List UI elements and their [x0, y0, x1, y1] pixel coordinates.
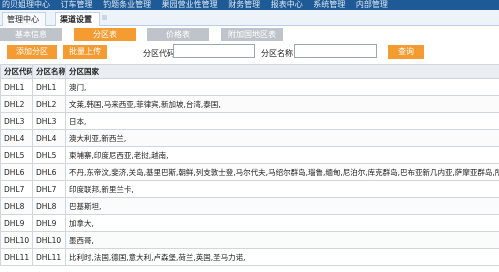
zone-countries-cell: 印度联邦,新里兰卡,: [65, 180, 499, 198]
add-zone-button[interactable]: 添加分区: [7, 45, 57, 59]
zone-code-cell: DHL11: [0, 248, 33, 266]
column-header-zone-code[interactable]: 分区代码: [0, 64, 33, 79]
column-header-zone-countries[interactable]: 分区国家: [65, 64, 499, 79]
table-row[interactable]: DHL4 DHL4 澳大利亚,新西兰,: [0, 129, 499, 147]
zone-code-cell: DHL8: [0, 197, 33, 215]
zone-countries-cell: 比利时,法国,德国,意大利,卢森堡,荷兰,英国,圣马力诺,: [65, 248, 499, 266]
zone-countries-cell: 文莱,韩国,马来西亚,菲律宾,新加坡,台湾,泰国,: [65, 95, 499, 113]
zone-code-input[interactable]: [173, 44, 255, 58]
table-row[interactable]: DHL11 DHL11 比利时,法国,德国,意大利,卢森堡,荷兰,英国,圣马力诺,: [0, 248, 499, 266]
zone-countries-cell: 澳门,: [65, 78, 499, 96]
zone-countries-cell: 巴基斯坦,: [65, 197, 499, 215]
table-row[interactable]: DHL6 DHL6 不丹,东帝汶,斐济,关岛,基里巴斯,朝鲜,列支敦士登,马尔代夫,…: [0, 163, 499, 181]
tab-surcharge-region-table[interactable]: 附加国地区表: [221, 28, 283, 41]
close-icon[interactable]: [102, 15, 107, 20]
zone-code-cell: DHL4: [0, 129, 33, 147]
zone-name-label: 分区名称:: [261, 49, 296, 58]
table-row[interactable]: DHL7 DHL7 印度联邦,新里兰卡,: [0, 180, 499, 198]
zone-name-cell: DHL11: [32, 248, 66, 266]
zone-name-cell: DHL5: [32, 146, 66, 164]
top-nav-item[interactable]: 的贝姐理中心: [0, 1, 54, 9]
top-navigation-bar: 的贝姐理中心 订车管理 钓题条业管理 果园营业性管理 财务管理 报表中心 系统管…: [0, 0, 499, 10]
sub-tab-bar: 基本信息 分区表 价格表 附加国地区表: [0, 26, 499, 42]
zone-name-cell: DHL4: [32, 129, 66, 147]
top-nav-item[interactable]: 报表中心: [267, 1, 307, 9]
page-tab-bar: 管理中心 渠道设置: [0, 10, 499, 26]
column-header-zone-name[interactable]: 分区名称: [32, 64, 66, 79]
zone-countries-cell: 加拿大,: [65, 214, 499, 232]
table-row[interactable]: DHL1 DHL1 澳门,: [0, 78, 499, 96]
top-nav-item[interactable]: 钓题条业管理: [99, 1, 155, 9]
zone-name-cell: DHL6: [32, 163, 66, 181]
table-row[interactable]: DHL9 DHL9 加拿大,: [0, 214, 499, 232]
zone-name-cell: DHL1: [32, 78, 66, 96]
zone-code-cell: DHL5: [0, 146, 33, 164]
tab-basic-info[interactable]: 基本信息: [0, 28, 62, 41]
zone-countries-cell: 不丹,东帝汶,斐济,关岛,基里巴斯,朝鲜,列支敦士登,马尔代夫,马绍尔群岛,瑙鲁…: [65, 163, 499, 181]
zone-countries-cell: 日本,: [65, 112, 499, 130]
zone-countries-cell: 澳大利亚,新西兰,: [65, 129, 499, 147]
table-row[interactable]: DHL2 DHL2 文莱,韩国,马来西亚,菲律宾,新加坡,台湾,泰国,: [0, 95, 499, 113]
top-nav-item[interactable]: 内部管理: [352, 1, 392, 9]
top-nav-item[interactable]: 订车管理: [57, 1, 97, 9]
batch-upload-button[interactable]: 批量上传: [63, 45, 107, 59]
tab-management-center[interactable]: 管理中心: [2, 12, 46, 26]
zone-name-cell: DHL2: [32, 95, 66, 113]
zone-name-cell: DHL10: [32, 231, 66, 249]
top-nav-item[interactable]: 果园营业性管理: [158, 1, 222, 9]
tab-price-table[interactable]: 价格表: [147, 28, 209, 41]
zone-code-cell: DHL10: [0, 231, 33, 249]
zone-name-cell: DHL9: [32, 214, 66, 232]
zone-name-cell: DHL8: [32, 197, 66, 215]
table-row[interactable]: DHL10 DHL10 墨西哥,: [0, 231, 499, 249]
zone-name-input[interactable]: [294, 44, 377, 58]
zone-code-cell: DHL9: [0, 214, 33, 232]
table-row[interactable]: DHL5 DHL5 柬埔寨,印度尼西亚,老挝,越南,: [0, 146, 499, 164]
table-row[interactable]: DHL3 DHL3 日本,: [0, 112, 499, 130]
zone-table: 分区代码 分区名称 分区国家 DHL1 DHL1 澳门, DHL2 DHL2 文莱,韩国…: [0, 64, 499, 266]
zone-countries-cell: 柬埔寨,印度尼西亚,老挝,越南,: [65, 146, 499, 164]
zone-code-cell: DHL2: [0, 95, 33, 113]
query-button[interactable]: 查询: [388, 45, 424, 59]
table-row[interactable]: DHL8 DHL8 巴基斯坦,: [0, 197, 499, 215]
zone-name-cell: DHL7: [32, 180, 66, 198]
tab-channel-settings[interactable]: 渠道设置: [55, 12, 100, 26]
zone-code-cell: DHL6: [0, 163, 33, 181]
top-nav-item[interactable]: 财务管理: [224, 1, 264, 9]
zone-code-cell: DHL3: [0, 112, 33, 130]
zone-name-cell: DHL3: [32, 112, 66, 130]
top-nav-item[interactable]: 系统管理: [309, 1, 349, 9]
zone-code-cell: DHL1: [0, 78, 33, 96]
zone-countries-cell: 墨西哥,: [65, 231, 499, 249]
tab-zone-table[interactable]: 分区表: [74, 28, 136, 41]
filter-toolbar: 添加分区 批量上传 分区代码: 分区名称: 查询: [0, 42, 499, 62]
table-header-row: 分区代码 分区名称 分区国家: [0, 64, 499, 79]
zone-code-cell: DHL7: [0, 180, 33, 198]
